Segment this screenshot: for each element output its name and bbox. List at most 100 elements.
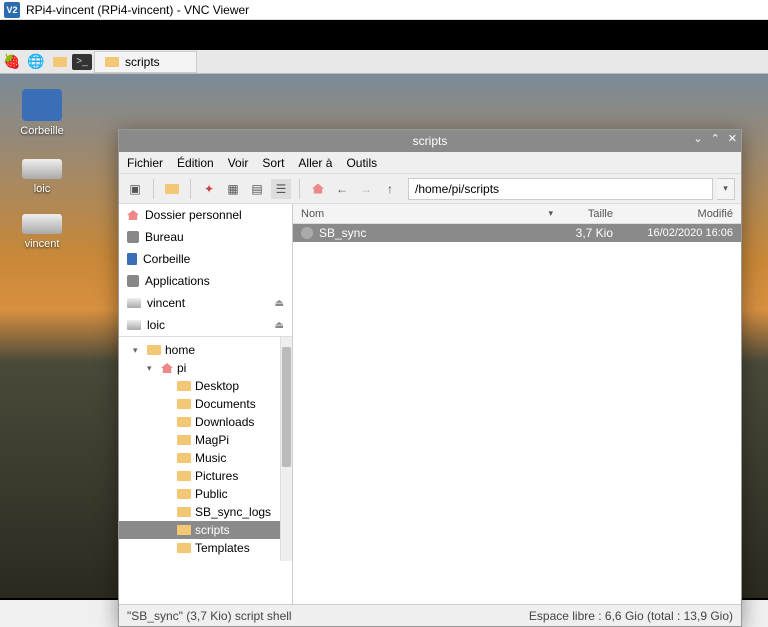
- menu-go[interactable]: Aller à: [298, 156, 332, 170]
- separator: [153, 179, 154, 199]
- toolbar: ▣ ✦ ▦ ▤ ☰ ← → ↑ /home/pi/scripts ▾: [119, 174, 741, 204]
- folder-icon: [177, 489, 191, 499]
- file-manager-icon[interactable]: [48, 50, 72, 74]
- tree-item-documents[interactable]: Documents: [119, 395, 292, 413]
- sidebar: Dossier personnel Bureau Corbeille Appli…: [119, 204, 293, 604]
- close-button[interactable]: ✕: [728, 132, 737, 145]
- place-home[interactable]: Dossier personnel: [119, 204, 292, 226]
- new-folder-icon[interactable]: [162, 179, 182, 199]
- content-area: Nom ▾ Taille Modifié SB_sync 3,7 Kio 16/…: [293, 204, 741, 604]
- tree-item-pictures[interactable]: Pictures: [119, 467, 292, 485]
- eject-icon[interactable]: ⏏: [275, 320, 284, 331]
- view-compact-icon[interactable]: ▦: [223, 179, 243, 199]
- trash-icon: [22, 89, 62, 121]
- window-titlebar[interactable]: scripts ⌄ ⌃ ✕: [119, 130, 741, 152]
- home-icon: [127, 210, 139, 220]
- view-icons-icon[interactable]: ✦: [199, 179, 219, 199]
- col-size[interactable]: Taille: [553, 208, 613, 220]
- folder-icon: [177, 417, 191, 427]
- file-row[interactable]: SB_sync 3,7 Kio 16/02/2020 16:06: [293, 224, 741, 242]
- path-input[interactable]: /home/pi/scripts: [408, 178, 713, 200]
- menu-tools[interactable]: Outils: [346, 156, 377, 170]
- tree-item-scripts[interactable]: scripts: [119, 521, 292, 539]
- back-button-icon[interactable]: ←: [332, 179, 352, 199]
- places-panel: Dossier personnel Bureau Corbeille Appli…: [119, 204, 292, 337]
- window-title: scripts: [413, 134, 448, 148]
- scrollbar-thumb[interactable]: [282, 347, 291, 467]
- desktop[interactable]: Corbeille loic vincent scripts ⌄ ⌃ ✕ Fic…: [0, 74, 768, 598]
- collapse-icon[interactable]: ▾: [133, 345, 143, 356]
- file-manager-window: scripts ⌄ ⌃ ✕ Fichier Édition Voir Sort …: [118, 129, 742, 627]
- statusbar: "SB_sync" (3,7 Kio) script shell Espace …: [119, 604, 741, 626]
- col-name[interactable]: Nom: [301, 208, 548, 220]
- drive-icon: [22, 214, 62, 234]
- tree-item-magpi[interactable]: MagPi: [119, 431, 292, 449]
- folder-icon: [177, 435, 191, 445]
- view-thumbnail-icon[interactable]: ▤: [247, 179, 267, 199]
- vnc-logo-icon: V2: [4, 2, 20, 18]
- sidebar-scrollbar[interactable]: [280, 337, 292, 561]
- terminal-icon[interactable]: >_: [72, 54, 92, 70]
- maximize-button[interactable]: ⌃: [711, 132, 720, 145]
- drive-icon: [127, 320, 141, 330]
- rpi-panel[interactable]: 🍓 🌐 >_ scripts: [0, 50, 768, 74]
- desktop-icon: [127, 231, 139, 243]
- tree-item-sb_sync_logs[interactable]: SB_sync_logs: [119, 503, 292, 521]
- minimize-button[interactable]: ⌄: [693, 132, 702, 145]
- vnc-black-bar: [0, 20, 768, 50]
- drive-icon: [22, 159, 62, 179]
- desktop-icon-drive-loic[interactable]: loic: [14, 159, 70, 195]
- menu-sort[interactable]: Sort: [262, 156, 284, 170]
- taskbar-button-scripts[interactable]: scripts: [94, 51, 197, 73]
- drive-icon: [127, 298, 141, 308]
- raspberry-menu-icon[interactable]: 🍓: [0, 50, 24, 74]
- separator: [190, 179, 191, 199]
- place-trash[interactable]: Corbeille: [119, 248, 292, 270]
- path-dropdown-icon[interactable]: ▾: [717, 178, 735, 200]
- file-list[interactable]: SB_sync 3,7 Kio 16/02/2020 16:06: [293, 224, 741, 604]
- tree-pi[interactable]: ▾pi: [119, 359, 292, 377]
- folder-icon: [105, 57, 119, 67]
- separator: [299, 179, 300, 199]
- place-apps[interactable]: Applications: [119, 270, 292, 292]
- view-list-icon[interactable]: ☰: [271, 179, 291, 199]
- col-modified[interactable]: Modifié: [613, 208, 733, 220]
- script-icon: [301, 227, 313, 239]
- folder-icon: [177, 399, 191, 409]
- tree-item-music[interactable]: Music: [119, 449, 292, 467]
- home-icon: [161, 363, 173, 373]
- menu-file[interactable]: Fichier: [127, 156, 163, 170]
- tree-item-templates[interactable]: Templates: [119, 539, 292, 557]
- folder-icon: [177, 525, 191, 535]
- folder-icon: [177, 471, 191, 481]
- tree-item-downloads[interactable]: Downloads: [119, 413, 292, 431]
- menubar: Fichier Édition Voir Sort Aller à Outils: [119, 152, 741, 174]
- folder-icon: [177, 543, 191, 553]
- folder-tree: ▾home ▾pi DesktopDocumentsDownloadsMagPi…: [119, 337, 292, 561]
- folder-icon: [177, 507, 191, 517]
- home-button-icon[interactable]: [308, 179, 328, 199]
- eject-icon[interactable]: ⏏: [275, 298, 284, 309]
- trash-icon: [127, 253, 137, 265]
- place-drive-vincent[interactable]: vincent⏏: [119, 292, 292, 314]
- tree-item-public[interactable]: Public: [119, 485, 292, 503]
- menu-view[interactable]: Voir: [228, 156, 249, 170]
- folder-icon: [147, 345, 161, 355]
- folder-icon: [177, 381, 191, 391]
- new-tab-icon[interactable]: ▣: [125, 179, 145, 199]
- desktop-icon-drive-vincent[interactable]: vincent: [14, 214, 70, 250]
- forward-button-icon[interactable]: →: [356, 179, 376, 199]
- collapse-icon[interactable]: ▾: [147, 363, 157, 374]
- status-left: "SB_sync" (3,7 Kio) script shell: [127, 609, 292, 623]
- column-headers[interactable]: Nom ▾ Taille Modifié: [293, 204, 741, 224]
- tree-home[interactable]: ▾home: [119, 341, 292, 359]
- place-drive-loic[interactable]: loic⏏: [119, 314, 292, 336]
- tree-item-desktop[interactable]: Desktop: [119, 377, 292, 395]
- status-right: Espace libre : 6,6 Gio (total : 13,9 Gio…: [529, 609, 733, 623]
- desktop-icon-trash[interactable]: Corbeille: [14, 89, 70, 137]
- web-browser-icon[interactable]: 🌐: [24, 50, 48, 74]
- up-button-icon[interactable]: ↑: [380, 179, 400, 199]
- place-desktop[interactable]: Bureau: [119, 226, 292, 248]
- menu-edit[interactable]: Édition: [177, 156, 214, 170]
- apps-icon: [127, 275, 139, 287]
